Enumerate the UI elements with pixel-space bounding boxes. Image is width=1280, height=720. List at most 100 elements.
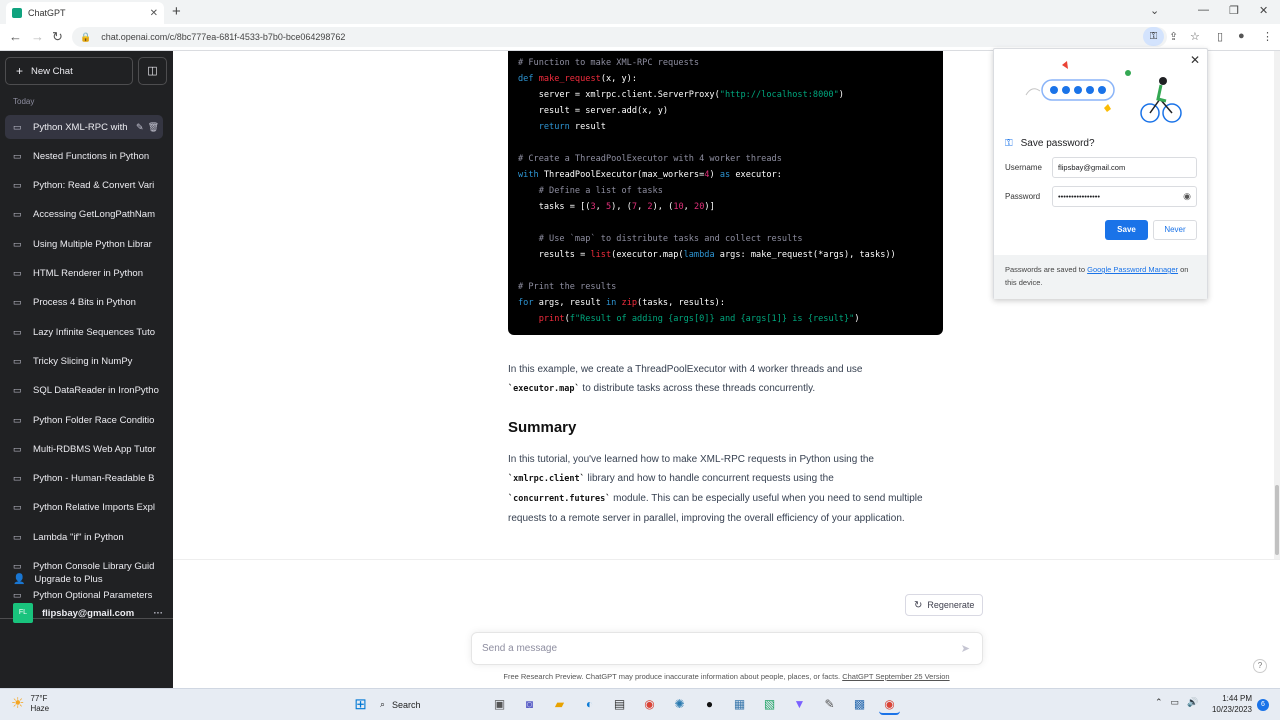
chat-bubble-icon: ▭ bbox=[13, 297, 22, 308]
user-email: flipsbay@gmail.com bbox=[42, 607, 135, 619]
sidebar-item[interactable]: ▭ Python: Read & Convert Vari bbox=[5, 174, 163, 198]
save-button[interactable]: Save bbox=[1105, 220, 1148, 240]
paragraph-text: In this example, we create a ThreadPoolE… bbox=[508, 364, 863, 375]
never-button[interactable]: Never bbox=[1153, 220, 1197, 240]
password-manager-link[interactable]: Google Password Manager bbox=[1087, 265, 1178, 274]
paragraph-text: library and how to handle concurrent req… bbox=[584, 473, 834, 484]
inline-code: `executor.map` bbox=[508, 384, 580, 394]
chat-bubble-icon: ▭ bbox=[13, 590, 22, 601]
edit-icon[interactable]: ✎ bbox=[136, 122, 144, 133]
sidebar-item-label: Lazy Infinite Sequences Tuto bbox=[33, 326, 155, 338]
password-key-icon[interactable]: ⚿ bbox=[1143, 27, 1164, 46]
sidebar-item[interactable]: ▭ Lambda "if" in Python bbox=[5, 525, 163, 549]
username-value: flipsbay@gmail.com bbox=[1058, 163, 1126, 172]
delete-icon[interactable]: 🗑 bbox=[148, 122, 159, 133]
release-notes-link[interactable]: ChatGPT September 25 Version bbox=[842, 672, 949, 681]
window-close-icon[interactable]: ✕ bbox=[1259, 4, 1268, 17]
sidebar-item[interactable]: ▭ Nested Functions in Python bbox=[5, 144, 163, 168]
sidebar-item[interactable]: ▭ Python Folder Race Conditio bbox=[5, 408, 163, 432]
code-line: result = server.add(x, y) bbox=[518, 106, 669, 116]
minimize-icon[interactable]: — bbox=[1198, 4, 1209, 16]
teams-chat-icon[interactable]: ◙ bbox=[519, 694, 540, 715]
url-field[interactable]: 🔒 chat.openai.com/c/8bc777ea-681f-4533-b… bbox=[72, 27, 1167, 47]
github-icon[interactable]: ● bbox=[699, 694, 720, 715]
file-explorer-icon[interactable]: ▰ bbox=[549, 694, 570, 715]
sidebar-item[interactable]: ▭ HTML Renderer in Python bbox=[5, 262, 163, 286]
code-line: # Function to make XML-RPC requests bbox=[518, 58, 700, 68]
taskbar-search[interactable]: ⌕ Search bbox=[380, 694, 480, 715]
side-panel-icon[interactable]: ▯ bbox=[1217, 30, 1223, 43]
more-icon[interactable]: ··· bbox=[154, 608, 164, 619]
browser-tab[interactable]: ChatGPT ✕ bbox=[6, 2, 164, 24]
forward-icon[interactable]: → bbox=[31, 29, 44, 44]
new-tab-icon[interactable]: + bbox=[172, 3, 181, 20]
volume-icon[interactable]: 🔊 bbox=[1187, 697, 1198, 708]
show-password-eye-icon[interactable]: ◉ bbox=[1183, 191, 1191, 202]
start-icon[interactable]: ⊞ bbox=[350, 694, 371, 715]
vpn-icon[interactable]: ▼ bbox=[789, 694, 810, 715]
tab-close-icon[interactable]: ✕ bbox=[150, 8, 158, 19]
password-field[interactable]: •••••••••••••••• ◉ bbox=[1052, 186, 1197, 207]
tray-overflow-icon[interactable]: ⌃ bbox=[1155, 697, 1163, 708]
sidebar-item-label: Python Relative Imports Expl bbox=[33, 502, 155, 514]
plus-icon: + bbox=[16, 64, 24, 78]
chat-bubble-icon: ▭ bbox=[13, 502, 22, 513]
sidebar-item[interactable]: ▭ SQL DataReader in IronPytho bbox=[5, 379, 163, 403]
scrollbar[interactable] bbox=[1274, 51, 1280, 559]
weather-widget[interactable]: ☀ 77°F Haze bbox=[11, 694, 49, 714]
edge-icon[interactable]: ◐ bbox=[579, 694, 600, 715]
code-line: print(f"Result of adding {args[0]} and {… bbox=[538, 314, 860, 324]
chrome-active-icon[interactable]: ◉ bbox=[879, 694, 900, 715]
tab-search-icon[interactable]: ⌄ bbox=[1150, 4, 1159, 17]
sidebar-item[interactable]: ▭ Accessing GetLongPathNam bbox=[5, 203, 163, 227]
sidebar-item[interactable]: ▭ Python Relative Imports Expl bbox=[5, 496, 163, 520]
password-illustration bbox=[1025, 61, 1182, 123]
message-input[interactable]: Send a message ➤ bbox=[471, 632, 983, 665]
browser-menu-icon[interactable]: ⋮ bbox=[1262, 30, 1273, 43]
maximize-icon[interactable]: ❐ bbox=[1229, 4, 1239, 17]
sidebar-item[interactable]: ▭ Multi-RDBMS Web App Tutor bbox=[5, 437, 163, 461]
calculator-icon[interactable]: ▦ bbox=[729, 694, 750, 715]
user-menu[interactable]: FL flipsbay@gmail.com ··· bbox=[13, 603, 163, 623]
clock[interactable]: 1:44 PM 10/23/2023 bbox=[1210, 693, 1252, 715]
bookmark-star-icon[interactable]: ☆ bbox=[1190, 30, 1200, 43]
sidebar-item-label: Multi-RDBMS Web App Tutor bbox=[33, 443, 156, 455]
inline-code: `xmlrpc.client` bbox=[508, 474, 585, 484]
regenerate-button[interactable]: ↻ Regenerate bbox=[905, 594, 984, 616]
sidebar-item[interactable]: ▭ Process 4 Bits in Python bbox=[5, 291, 163, 315]
store-icon[interactable]: ▤ bbox=[609, 694, 630, 715]
inline-code: `concurrent.futures` bbox=[508, 494, 611, 504]
search-icon: ⌕ bbox=[380, 699, 386, 709]
username-field[interactable]: flipsbay@gmail.com bbox=[1052, 157, 1197, 178]
user-icon: 👤 bbox=[13, 574, 26, 585]
sidebar-item-label: Python Console Library Guid bbox=[33, 561, 155, 572]
task-view-icon[interactable]: ▣ bbox=[489, 694, 510, 715]
new-chat-button[interactable]: + New Chat bbox=[5, 57, 133, 85]
code-line: # Use `map` to distribute tasks and coll… bbox=[538, 234, 803, 244]
system-tray: ⌃ ▭ 🔊 bbox=[1155, 697, 1198, 708]
network-icon[interactable]: ▭ bbox=[1171, 697, 1180, 708]
excel-icon[interactable]: ▧ bbox=[759, 694, 780, 715]
profile-icon[interactable]: ● bbox=[1238, 30, 1245, 42]
sidebar-toggle-icon[interactable]: ◫ bbox=[138, 57, 167, 85]
paint-icon[interactable]: ▩ bbox=[849, 694, 870, 715]
share-icon[interactable]: ⇪ bbox=[1169, 30, 1178, 43]
settings-icon[interactable]: ✺ bbox=[669, 694, 690, 715]
notification-badge[interactable]: 6 bbox=[1257, 699, 1269, 711]
scrollbar-thumb[interactable] bbox=[1275, 485, 1279, 555]
back-icon[interactable]: ← bbox=[9, 29, 22, 44]
sidebar-item[interactable]: ▭ Python - Human-Readable B bbox=[5, 467, 163, 491]
notepad-icon[interactable]: ✎ bbox=[819, 694, 840, 715]
sidebar-item[interactable]: ▭ Python XML-RPC with ✎ 🗑 bbox=[5, 115, 163, 139]
chrome-icon[interactable]: ◉ bbox=[639, 694, 660, 715]
upgrade-button[interactable]: 👤 Upgrade to Plus bbox=[13, 574, 103, 585]
sidebar-item[interactable]: ▭ Using Multiple Python Librar bbox=[5, 232, 163, 256]
sidebar-item[interactable]: ▭ Tricky Slicing in NumPy bbox=[5, 349, 163, 373]
chat-bubble-icon: ▭ bbox=[13, 561, 22, 571]
send-icon[interactable]: ➤ bbox=[961, 642, 970, 655]
sidebar-item[interactable]: ▭ Lazy Infinite Sequences Tuto bbox=[5, 320, 163, 344]
reload-icon[interactable]: ↻ bbox=[52, 29, 63, 45]
sidebar-item-label: Tricky Slicing in NumPy bbox=[33, 355, 133, 367]
key-icon: ⚿ bbox=[1005, 138, 1013, 149]
help-icon[interactable]: ? bbox=[1253, 659, 1267, 673]
